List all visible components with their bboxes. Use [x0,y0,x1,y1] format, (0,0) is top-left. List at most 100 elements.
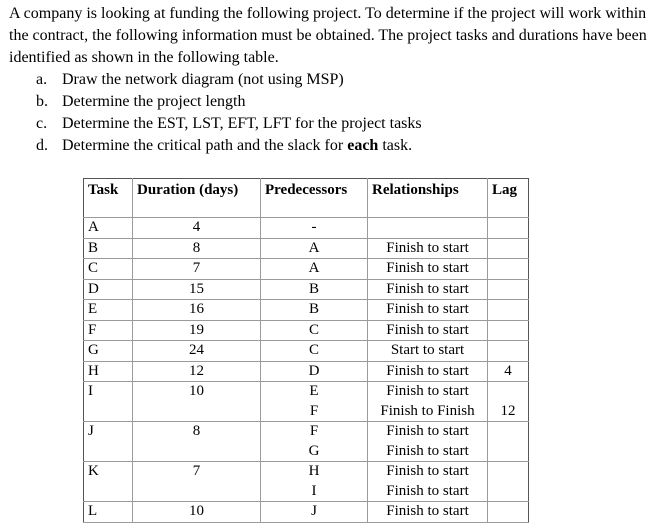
predecessors-cell: B [260,299,368,321]
predecessors-cell: - [260,217,368,239]
relationship-value: Start to start [390,342,465,358]
relationship-value: Finish to start [386,280,469,297]
lag-cell [487,217,529,239]
task-cell: G [83,340,133,362]
relationship-value: Finish to start [386,239,469,256]
predecessor-value: H [308,463,320,479]
relationships-cell: Finish to start [367,319,488,341]
lag-cell: 4 [487,360,529,382]
lag-cell [487,319,529,341]
question-marker: d. [36,137,48,154]
relationship-value: Finish to start [386,503,469,519]
relationship-value: Finish to start [386,423,469,439]
duration-cell: 10 [132,381,261,422]
relationship-value: Finish to start [386,442,469,459]
header-relationships: Relationships [367,178,488,218]
question-marker: b. [36,93,48,110]
lag-value [492,218,524,238]
predecessors-cell: C [260,319,368,341]
predecessors-cell: A [260,237,368,259]
relationships-cell: Finish to start Finish to Finish [367,381,488,422]
relationship-value: Finish to start [386,260,469,276]
question-text-after: task. [378,137,413,154]
lag-value [492,321,524,341]
table-row: B 8 A Finish to start [83,237,529,259]
task-cell: F [83,319,133,341]
predecessor-value: A [308,260,320,276]
predecessor-value: C [308,342,319,358]
relationships-cell: Finish to start [367,360,488,382]
question-text: Determine the project length [62,93,246,110]
lag-value [492,462,524,482]
relationships-cell: Finish to start [367,278,488,300]
relationship-value: Finish to start [386,301,469,317]
duration-cell: 10 [132,501,261,523]
predecessor-value: B [308,301,319,317]
duration-cell: 15 [132,278,261,300]
relationships-cell [367,217,488,239]
duration-cell: 8 [132,421,261,462]
predecessors-cell: FG [260,421,368,462]
lag-cell [487,278,529,300]
table-row: G 24 C Start to start [83,340,529,362]
lag-value [492,482,524,502]
table-row: C 7 A Finish to start [83,258,529,280]
question-marker: c. [36,115,48,132]
lag-cell [487,461,529,502]
lag-value [492,280,524,300]
header-duration: Duration (days) [132,178,261,218]
predecessor-value: F [309,402,319,419]
table-row: K 7 H I Finish to start Finish to start [83,461,529,502]
predecessor-value: - [311,219,317,235]
predecessor-value: B [308,280,319,297]
task-cell: A [83,217,133,239]
lag-cell [487,237,529,259]
table-row: H 12 D Finish to start 4 [83,360,529,382]
table-row: J 8 F G Finish to start Finish to start [83,421,529,462]
task-cell: J [83,421,133,462]
predecessors-cell: HI [260,461,368,502]
predecessor-value: F [309,423,319,439]
relationships-cell: Finish to start [367,501,488,523]
duration-cell: 16 [132,299,261,321]
relationship-value [372,218,483,238]
task-cell: C [83,258,133,280]
relationships-cell: Finish to start [367,237,488,259]
table-row: F 19 C Finish to start [83,319,529,341]
duration-cell: 19 [132,319,261,341]
predecessors-cell: J [260,501,368,523]
task-cell: E [83,299,133,321]
lag-value [492,300,524,320]
lag-value: 4 [504,362,512,379]
predecessors-cell: A [260,258,368,280]
table-row: L 10 J Finish to start [83,501,529,523]
predecessor-value: C [308,321,319,338]
question-text-before: Determine the critical path and the slac… [62,137,348,154]
task-cell: B [83,237,133,259]
predecessors-cell: D [260,360,368,382]
relationships-cell: Start to start [367,340,488,362]
duration-cell: 24 [132,340,261,362]
relationship-value: Finish to start [386,321,469,338]
lag-cell [487,501,529,523]
header-lag: Lag [487,178,529,218]
table-row: A4 - [83,217,529,239]
question-text-emphasis: each [347,137,379,154]
table-header-row: Task Duration (days) Predecessors Relati… [83,178,529,218]
predecessor-value: G [308,442,320,459]
lag-value [492,422,524,442]
predecessors-cell: C [260,340,368,362]
lag-value [492,341,524,361]
relationship-value: Finish to Finish [380,402,475,419]
question-text: Determine the EST, LST, EFT, LFT for the… [62,115,422,132]
predecessor-value: D [308,362,320,379]
question-text: Draw the network diagram (not using MSP) [62,71,344,88]
table-row: E 16 B Finish to start [83,299,529,321]
relationship-value: Finish to start [386,463,469,479]
task-cell: I [83,381,133,422]
lag-value: 12 [500,402,516,419]
duration-cell: 7 [132,258,261,280]
header-predecessors: Predecessors [260,178,368,218]
task-cell: L [83,501,133,523]
predecessors-cell: EF [260,381,368,422]
